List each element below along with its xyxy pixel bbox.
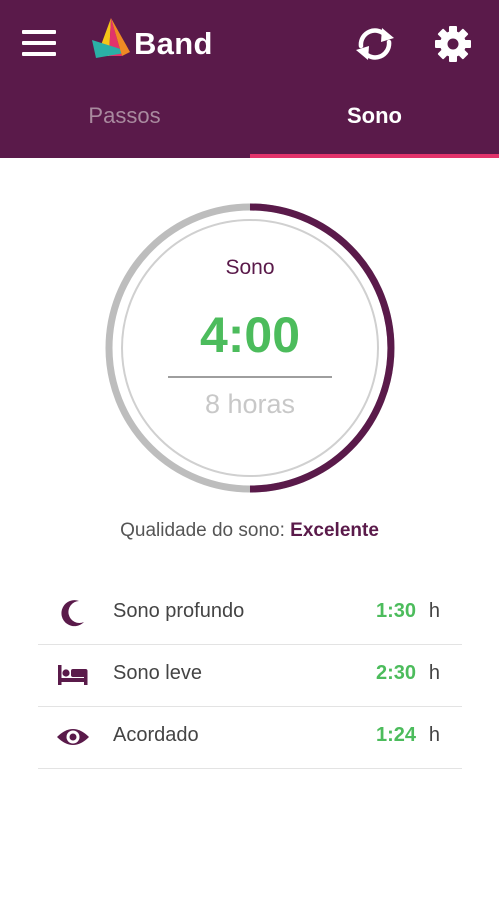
stage-unit: h xyxy=(428,724,440,746)
tab-passos[interactable]: Passos xyxy=(0,103,249,129)
stage-value: 2:30 xyxy=(375,662,416,684)
stage-label: Sono profundo xyxy=(113,600,245,622)
tab-sono[interactable]: Sono xyxy=(250,103,499,129)
moon-icon xyxy=(61,600,84,627)
sleep-quality: Qualidade do sono: Excelente xyxy=(0,520,499,542)
bed-icon xyxy=(58,665,88,685)
sleep-goal: 8 horas xyxy=(204,389,296,419)
eye-icon xyxy=(57,729,89,745)
summary-divider xyxy=(168,376,332,378)
stage-label: Acordado xyxy=(113,724,199,746)
sleep-quality-prefix: Qualidade do sono: xyxy=(120,520,291,541)
active-tab-indicator xyxy=(250,154,499,158)
menu-icon xyxy=(22,30,56,34)
gear-icon[interactable] xyxy=(433,24,473,64)
sync-icon[interactable] xyxy=(352,24,398,64)
sleep-quality-value: Excelente xyxy=(290,520,379,541)
stage-unit: h xyxy=(428,600,440,622)
list-item: Sono profundo 1:30 h xyxy=(38,582,462,645)
sleep-time: 4:00 xyxy=(199,307,301,363)
stage-value: 1:30 xyxy=(375,600,416,622)
menu-button[interactable] xyxy=(22,30,56,56)
list-item: Acordado 1:24 h xyxy=(38,706,462,769)
band-logo-icon xyxy=(92,18,130,58)
app-bar: Band Passos Sono xyxy=(0,0,499,158)
app-title: Band xyxy=(134,26,213,61)
stage-unit: h xyxy=(428,662,440,684)
stage-label: Sono leve xyxy=(113,662,202,684)
summary-label: Sono xyxy=(225,256,275,279)
stage-value: 1:24 xyxy=(375,724,416,746)
list-item: Sono leve 2:30 h xyxy=(38,644,462,707)
